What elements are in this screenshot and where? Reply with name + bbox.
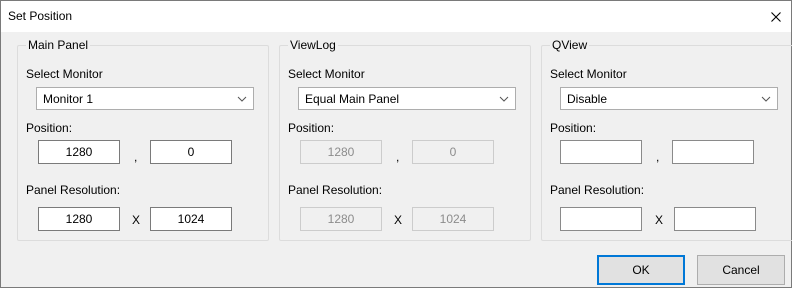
position-y-field[interactable] bbox=[672, 140, 754, 164]
resolution-separator: X bbox=[394, 213, 403, 227]
resolution-width-field: 1280 bbox=[300, 207, 382, 231]
position-label: Position: bbox=[550, 121, 597, 135]
close-icon bbox=[771, 11, 781, 22]
resolution-height-field: 1024 bbox=[412, 207, 494, 231]
monitor-select[interactable]: Equal Main Panel bbox=[298, 87, 516, 110]
group-main-panel: Main Panel Select Monitor Monitor 1 Posi… bbox=[17, 38, 269, 241]
group-title: QView bbox=[550, 38, 590, 52]
monitor-select-value: Monitor 1 bbox=[43, 92, 94, 106]
select-monitor-label: Select Monitor bbox=[288, 67, 365, 81]
resolution-height-field[interactable] bbox=[674, 207, 756, 231]
title-bar: Set Position bbox=[1, 1, 791, 32]
position-label: Position: bbox=[288, 121, 335, 135]
cancel-button[interactable]: Cancel bbox=[697, 255, 785, 285]
position-separator: , bbox=[396, 150, 400, 164]
monitor-select-value: Equal Main Panel bbox=[305, 92, 400, 106]
position-label: Position: bbox=[26, 121, 73, 135]
group-qview: QView Select Monitor Disable Position: ,… bbox=[541, 38, 792, 241]
group-title: ViewLog bbox=[288, 38, 338, 52]
select-monitor-label: Select Monitor bbox=[550, 67, 627, 81]
position-separator: , bbox=[656, 150, 660, 164]
chevron-down-icon bbox=[237, 96, 247, 102]
ok-button[interactable]: OK bbox=[597, 255, 685, 285]
monitor-select[interactable]: Monitor 1 bbox=[36, 87, 254, 110]
resolution-width-field[interactable]: 1280 bbox=[38, 207, 120, 231]
position-y-field[interactable]: 0 bbox=[150, 140, 232, 164]
position-separator: , bbox=[134, 150, 138, 164]
panel-resolution-label: Panel Resolution: bbox=[26, 183, 121, 197]
select-monitor-label: Select Monitor bbox=[26, 67, 103, 81]
resolution-separator: X bbox=[132, 213, 141, 227]
group-viewlog: ViewLog Select Monitor Equal Main Panel … bbox=[279, 38, 531, 241]
resolution-separator: X bbox=[655, 213, 664, 227]
position-x-field: 1280 bbox=[300, 140, 382, 164]
resolution-width-field[interactable] bbox=[560, 207, 642, 231]
position-x-field[interactable]: 1280 bbox=[38, 140, 120, 164]
monitor-select-value: Disable bbox=[567, 92, 608, 106]
set-position-dialog: Set Position Main Panel Select Monitor M… bbox=[0, 0, 792, 288]
resolution-height-field[interactable]: 1024 bbox=[150, 207, 232, 231]
panel-resolution-label: Panel Resolution: bbox=[550, 183, 645, 197]
position-y-field: 0 bbox=[412, 140, 494, 164]
chevron-down-icon bbox=[761, 96, 771, 102]
window-title: Set Position bbox=[8, 9, 73, 23]
chevron-down-icon bbox=[499, 96, 509, 102]
close-button[interactable] bbox=[761, 1, 791, 32]
position-x-field[interactable] bbox=[560, 140, 642, 164]
group-title: Main Panel bbox=[26, 38, 91, 52]
panel-resolution-label: Panel Resolution: bbox=[288, 183, 383, 197]
monitor-select[interactable]: Disable bbox=[560, 87, 778, 110]
